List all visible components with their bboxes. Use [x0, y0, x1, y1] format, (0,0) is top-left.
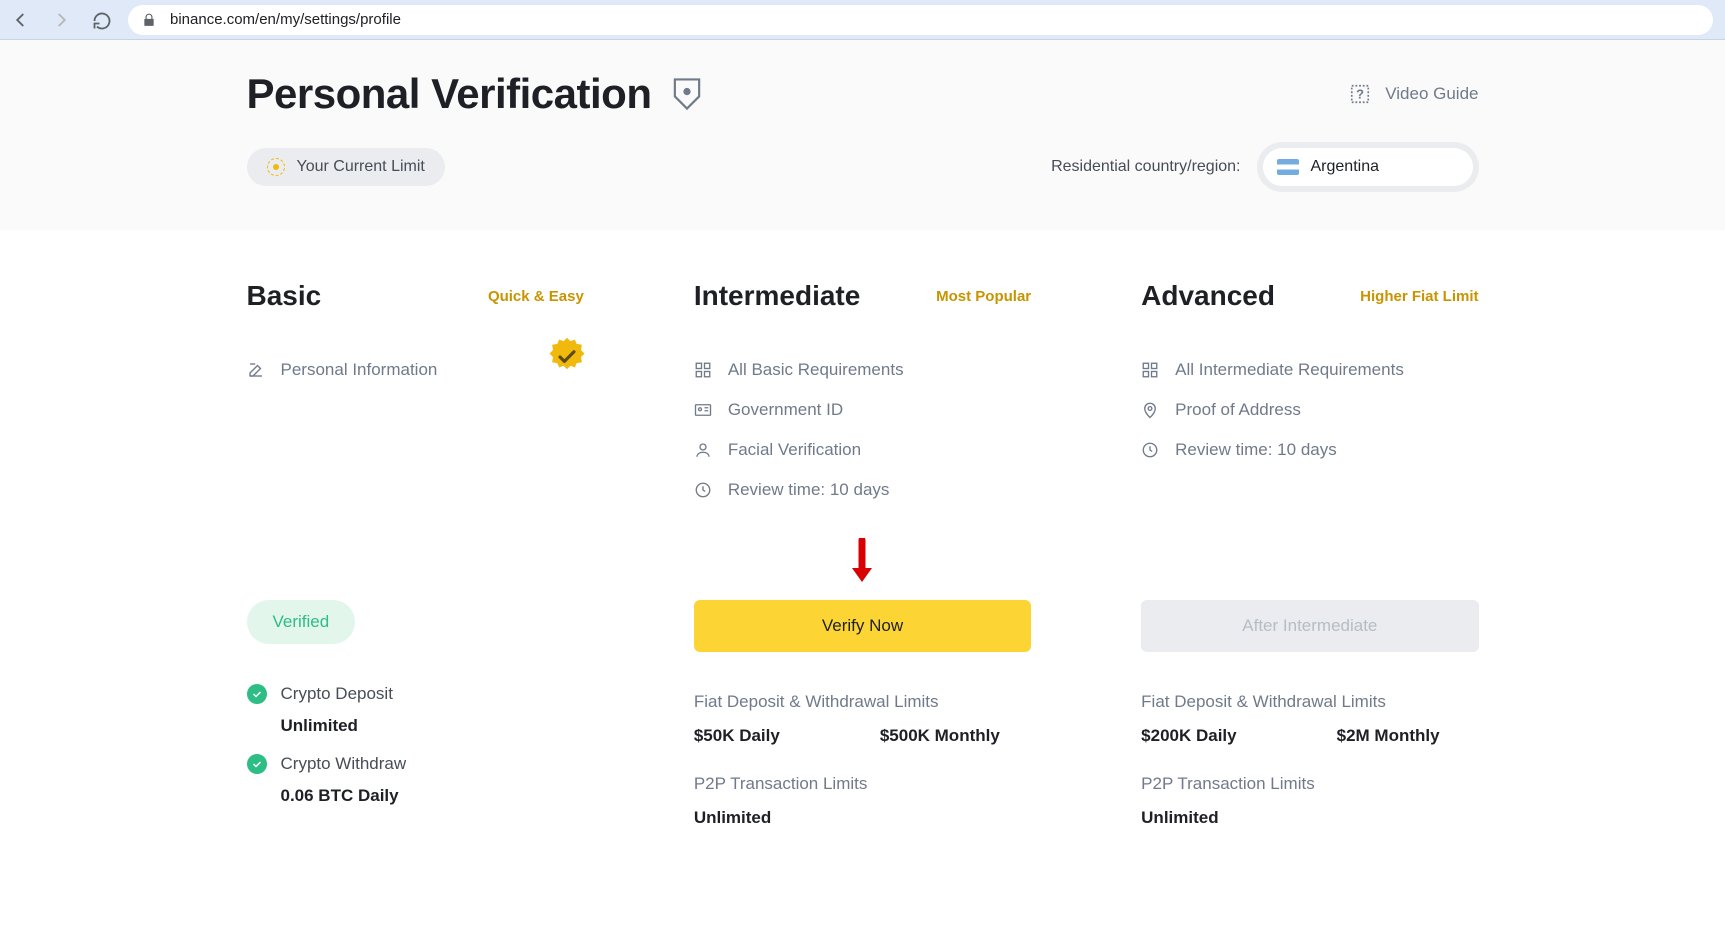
fiat-value-monthly: $500K Monthly [880, 726, 1000, 746]
limit-dot-icon [267, 158, 285, 176]
url-bar[interactable]: binance.com/en/my/settings/profile [128, 5, 1713, 35]
video-guide-link[interactable]: ? Video Guide [1349, 83, 1478, 105]
req-label: Review time: 10 days [1175, 440, 1337, 460]
fiat-value-daily: $50K Daily [694, 726, 780, 746]
tier-name: Advanced [1141, 280, 1275, 312]
req-label: Review time: 10 days [728, 480, 890, 500]
req-label: All Basic Requirements [728, 360, 904, 380]
fiat-value-monthly: $2M Monthly [1337, 726, 1440, 746]
req-label: Proof of Address [1175, 400, 1301, 420]
arrow-annotation [849, 538, 875, 586]
tier-advanced: Advanced Higher Fiat Limit All Intermedi… [1141, 280, 1478, 828]
tier-intermediate: Intermediate Most Popular All Basic Requ… [694, 280, 1031, 828]
p2p-limit-label: P2P Transaction Limits [694, 774, 1031, 794]
video-guide-label: Video Guide [1385, 84, 1478, 104]
country-value: Argentina [1311, 158, 1380, 176]
verify-now-button[interactable]: Verify Now [694, 600, 1031, 652]
tier-tag: Higher Fiat Limit [1360, 288, 1478, 305]
back-button[interactable] [12, 11, 30, 29]
fiat-limit-label: Fiat Deposit & Withdrawal Limits [694, 692, 1031, 712]
tier-tag: Most Popular [936, 288, 1031, 305]
fiat-limit-label: Fiat Deposit & Withdrawal Limits [1141, 692, 1478, 712]
req-label: All Intermediate Requirements [1175, 360, 1404, 380]
limit-value: 0.06 BTC Daily [281, 786, 584, 806]
limit-value: Unlimited [281, 716, 584, 736]
id-icon [694, 401, 712, 419]
tier-name: Intermediate [694, 280, 861, 312]
clock-icon [1141, 441, 1159, 459]
shield-icon [672, 77, 702, 111]
forward-button[interactable] [52, 11, 70, 29]
page-title: Personal Verification [247, 70, 652, 118]
p2p-limit-label: P2P Transaction Limits [1141, 774, 1478, 794]
verified-seal-icon [546, 336, 588, 378]
check-icon [247, 684, 267, 704]
flag-icon [1277, 159, 1299, 175]
tier-name: Basic [247, 280, 322, 312]
browser-toolbar: binance.com/en/my/settings/profile [0, 0, 1725, 40]
current-limit-label: Your Current Limit [297, 158, 425, 176]
limit-label: Crypto Withdraw [281, 754, 407, 774]
req-label: Personal Information [281, 360, 438, 380]
pin-icon [1141, 401, 1159, 419]
current-limit-pill[interactable]: Your Current Limit [247, 148, 445, 186]
clock-icon [694, 481, 712, 499]
after-intermediate-button: After Intermediate [1141, 600, 1478, 652]
grid-icon [694, 361, 712, 379]
country-selector-wrap: Argentina [1257, 142, 1479, 192]
verified-status: Verified [247, 600, 356, 644]
p2p-value: Unlimited [1141, 808, 1478, 828]
country-selector[interactable]: Argentina [1263, 148, 1473, 186]
req-label: Facial Verification [728, 440, 861, 460]
p2p-value: Unlimited [694, 808, 1031, 828]
reload-button[interactable] [92, 11, 110, 29]
edit-icon [247, 361, 265, 379]
face-icon [694, 441, 712, 459]
tier-basic: Basic Quick & Easy Personal Information [247, 280, 584, 828]
lock-icon [142, 13, 156, 27]
svg-text:?: ? [1356, 87, 1364, 102]
url-text: binance.com/en/my/settings/profile [170, 11, 401, 28]
check-icon [247, 754, 267, 774]
help-icon: ? [1349, 83, 1371, 105]
grid-icon [1141, 361, 1159, 379]
req-label: Government ID [728, 400, 843, 420]
fiat-value-daily: $200K Daily [1141, 726, 1236, 746]
country-label: Residential country/region: [1051, 158, 1240, 176]
tier-tag: Quick & Easy [488, 288, 584, 305]
limit-label: Crypto Deposit [281, 684, 393, 704]
